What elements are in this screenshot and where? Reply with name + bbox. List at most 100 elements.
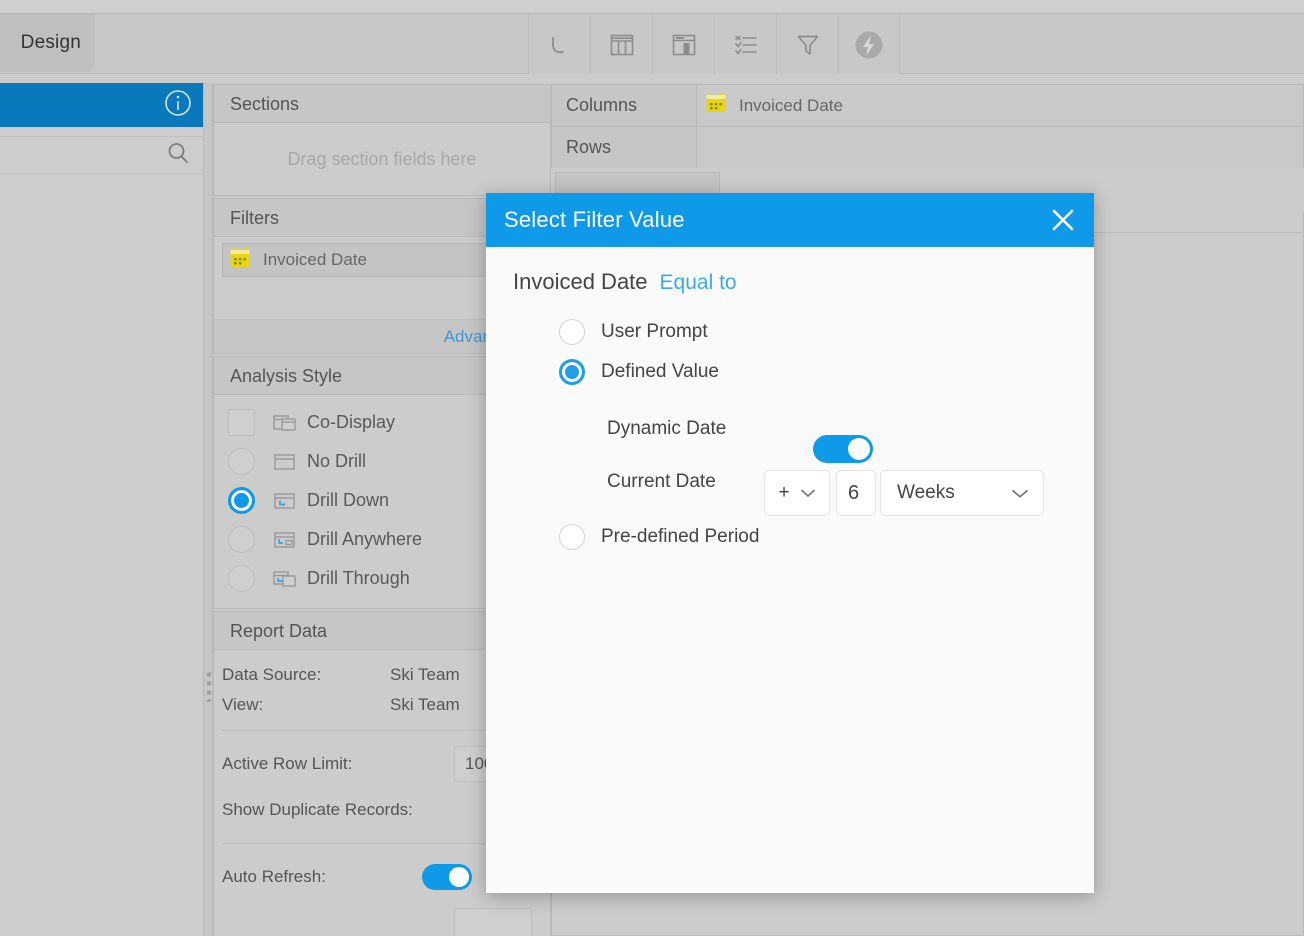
field-list-group-2: rs [0,583,205,622]
predefined-period-radio[interactable] [559,524,585,550]
search-icon [166,141,190,170]
window-top-strip [0,0,1304,14]
panel-splitter[interactable] [203,83,213,936]
report-data-extra-input[interactable] [454,908,532,936]
drill-down-icon [273,491,297,511]
dialog-body: Invoiced Date Equal to User Prompt Defin… [486,247,1094,893]
tab-design[interactable]: Design [0,14,95,72]
rows-label: Rows [552,127,697,168]
columns-label: Columns [552,85,697,126]
calendar-icon [705,92,727,119]
co-display-label: Co-Display [307,412,396,432]
chevron-down-icon [1011,488,1029,499]
dynamic-date-label: Dynamic Date [607,418,727,439]
no-drill-label: No Drill [307,451,367,471]
list-icon [733,33,759,57]
chart-icon [671,33,697,57]
list-item[interactable]: yment [0,222,205,261]
rows-dropzone[interactable] [697,127,1303,168]
drill-anywhere-radio[interactable] [228,526,255,553]
drill-anywhere-icon [273,530,297,550]
tab-design-label: Design [20,32,81,53]
filter-field-name: Invoiced Date [513,269,648,294]
no-drill-icon [273,452,297,472]
undo-icon [547,32,573,58]
toggle-knob [848,438,870,460]
list-item[interactable]: (Dim) [0,749,205,783]
field-list-group-1: cation yment [0,183,205,261]
filter-chip-label: Invoiced Date [263,250,367,269]
current-date-label: Current Date [607,471,716,492]
auto-refresh-label: Auto Refresh: [222,867,326,886]
list-button[interactable] [714,15,776,74]
auto-refresh-toggle[interactable] [422,864,472,890]
sections-dropzone[interactable]: Drag section fields here [214,123,550,195]
field-list-group-3: d Date m) (Dim) Dim) n) [0,681,205,851]
sections-panel-title: Sections [214,85,550,123]
columns-chip-label: Invoiced Date [739,95,843,115]
list-item[interactable]: Dim) [0,783,205,817]
chart-button[interactable] [652,15,714,74]
option-defined-value[interactable]: Defined Value [559,359,719,385]
unit-select-value: Weeks [897,482,955,503]
data-source-label: Data Source: [222,665,322,684]
undo-button[interactable] [528,15,590,74]
defined-value-label: Defined Value [601,361,719,382]
user-prompt-radio[interactable] [559,319,585,345]
drill-down-radio[interactable] [228,487,255,514]
drill-through-radio[interactable] [228,565,255,592]
table-icon [609,33,635,57]
option-predefined-period[interactable]: Pre-defined Period [559,524,759,550]
field-search-input[interactable] [0,136,205,174]
drill-down-label: Drill Down [307,490,390,510]
dialog-title: Select Filter Value [504,207,685,232]
app-root: Design Sections Drag section fields here… [0,0,1304,936]
list-item[interactable]: cation [0,183,205,222]
unit-select[interactable]: Weeks [880,470,1044,516]
sign-select-value: + [778,482,790,503]
sections-dropzone-placeholder: Drag section fields here [287,148,477,169]
left-field-panel: cation yment rs d Date m) (Dim) Dim) n) [0,83,205,936]
lightning-icon [854,30,884,60]
dialog-header: Select Filter Value [486,193,1094,247]
sign-select[interactable]: + [764,470,830,516]
actions-button[interactable] [838,15,900,74]
amount-input[interactable]: 6 [836,470,876,516]
toolbar [528,15,900,74]
select-filter-value-dialog: Select Filter Value Invoiced Date Equal … [486,193,1094,893]
dynamic-date-toggle[interactable] [813,435,873,463]
left-panel-header [0,83,205,127]
defined-value-radio[interactable] [559,359,585,385]
view-value: Ski Team [390,695,460,714]
columns-dropzone[interactable]: Invoiced Date [697,85,1303,126]
show-duplicates-label: Show Duplicate Records: [222,800,413,819]
option-user-prompt[interactable]: User Prompt [559,319,708,345]
predefined-period-label: Pre-defined Period [601,526,760,547]
filter-field-row: Invoiced Date Equal to [513,269,737,295]
no-drill-radio[interactable] [228,448,255,475]
filter-button[interactable] [776,15,838,74]
list-item[interactable]: n) [0,817,205,851]
drill-anywhere-label: Drill Anywhere [307,529,423,549]
co-display-icon [273,413,297,433]
list-item[interactable]: m) [0,715,205,749]
toggle-knob [449,867,469,887]
drill-through-label: Drill Through [307,568,410,588]
view-label: View: [222,695,264,714]
active-row-limit-label: Active Row Limit: [222,754,353,773]
close-icon[interactable] [1046,203,1080,237]
data-source-value: Ski Team [390,665,460,684]
list-item[interactable]: rs [0,583,205,622]
table-button[interactable] [590,15,652,74]
rows-row: Rows [551,126,1304,168]
info-icon[interactable] [163,88,193,123]
drill-through-icon [273,569,297,589]
co-display-checkbox[interactable] [228,409,255,436]
filter-icon [795,33,821,57]
filter-operator-link[interactable]: Equal to [660,271,737,295]
user-prompt-label: User Prompt [601,321,708,342]
report-data-extra-row [214,900,550,936]
list-item[interactable]: d Date [0,681,205,715]
calendar-icon [229,247,251,274]
sections-panel: Sections Drag section fields here [213,84,551,196]
